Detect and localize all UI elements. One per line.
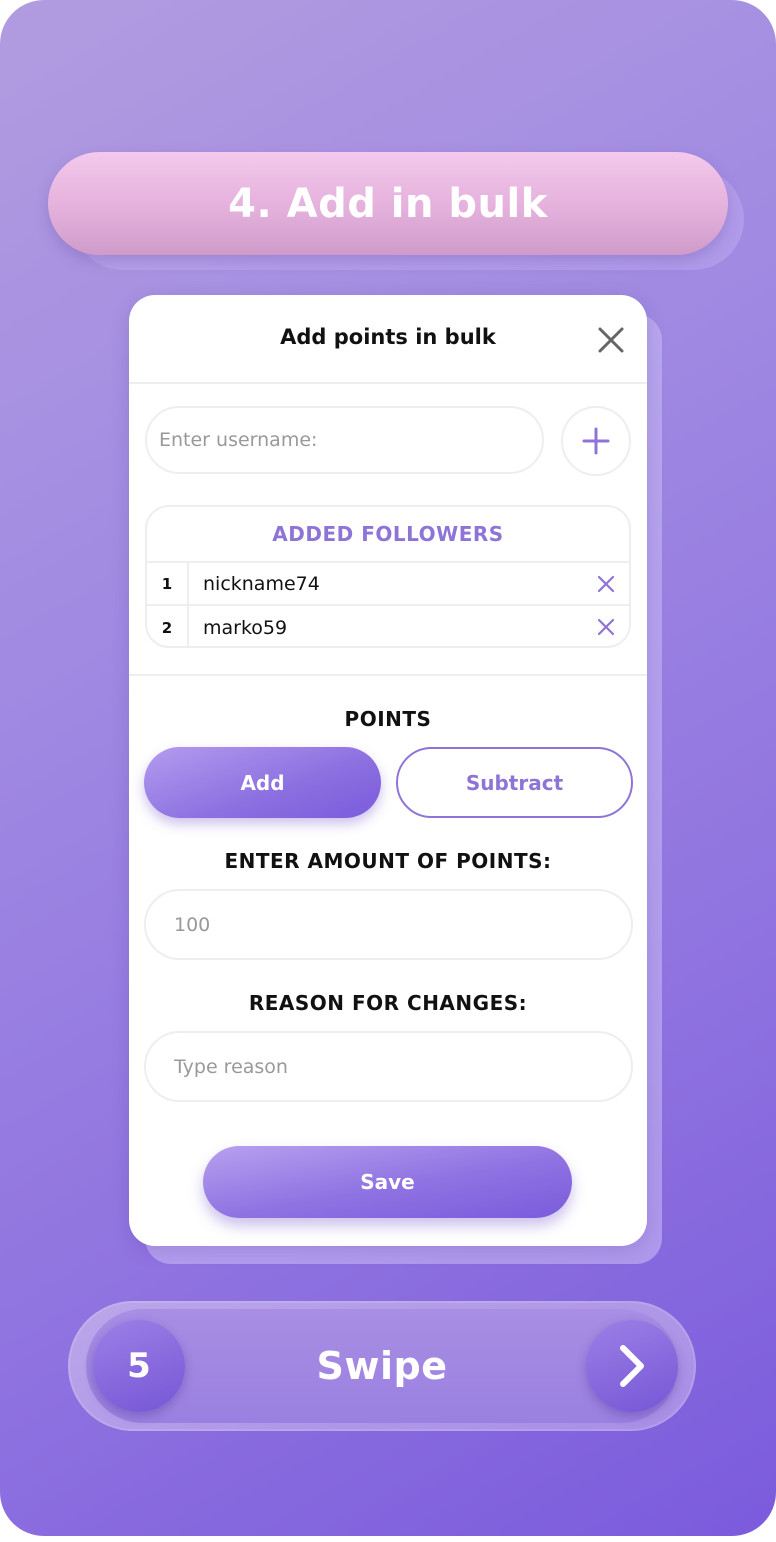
- reason-label: REASON FOR CHANGES:: [248, 991, 528, 1015]
- add-mode-button[interactable]: Add: [144, 747, 381, 818]
- save-button[interactable]: Save: [203, 1146, 572, 1218]
- reason-input[interactable]: [144, 1031, 633, 1102]
- subtract-mode-button[interactable]: Subtract: [396, 747, 633, 818]
- close-icon[interactable]: [597, 326, 625, 354]
- follower-name: nickname74: [203, 572, 320, 595]
- points-label: POINTS: [344, 707, 432, 731]
- remove-follower-icon[interactable]: [597, 575, 615, 593]
- modal-header: Add points in bulk: [129, 295, 647, 384]
- step-banner: 4. Add in bulk: [48, 152, 728, 255]
- amount-label: ENTER AMOUNT OF POINTS:: [224, 849, 552, 873]
- follower-name: marko59: [203, 616, 288, 639]
- modal-title: Add points in bulk: [280, 325, 496, 349]
- remove-follower-icon[interactable]: [597, 618, 615, 636]
- follower-row: 1 nickname74: [147, 563, 629, 606]
- added-followers-table: ADDED FOLLOWERS 1 nickname74 2 marko59: [145, 505, 631, 648]
- swipe-bar[interactable]: 5 Swipe: [68, 1301, 696, 1431]
- follower-index: 2: [147, 606, 189, 646]
- app-frame: 4. Add in bulk Add points in bulk ADDED …: [0, 0, 776, 1536]
- followers-header: ADDED FOLLOWERS: [147, 507, 629, 563]
- follower-index: 1: [147, 563, 189, 604]
- plus-icon: [582, 427, 610, 455]
- add-user-button[interactable]: [561, 406, 631, 476]
- chevron-right-icon[interactable]: [586, 1320, 678, 1412]
- username-input[interactable]: [145, 406, 544, 474]
- amount-input[interactable]: [144, 889, 633, 960]
- follower-row: 2 marko59: [147, 606, 629, 646]
- step-title: 4. Add in bulk: [228, 180, 548, 227]
- section-divider: [129, 674, 647, 676]
- add-points-modal: Add points in bulk ADDED FOLLOWERS 1 nic…: [129, 295, 647, 1246]
